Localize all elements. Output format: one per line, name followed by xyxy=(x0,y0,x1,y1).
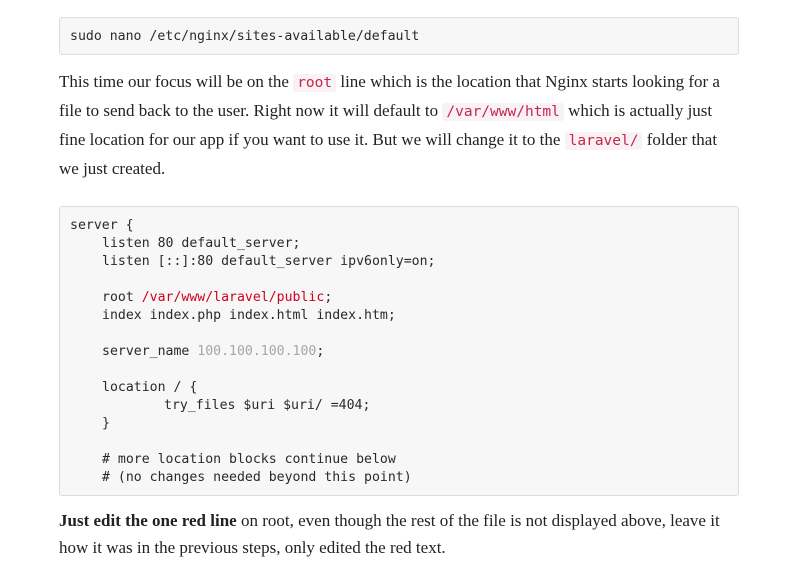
code-line-listen-ipv4: listen 80 default_server; xyxy=(102,236,301,251)
code-line-listen-ipv6: listen [::]:80 default_server ipv6only=o… xyxy=(102,254,436,269)
inline-code-root: root xyxy=(293,74,337,92)
inline-code-default-path: /var/www/html xyxy=(442,103,564,121)
inline-code-laravel: laravel/ xyxy=(564,132,643,150)
root-path-red: /var/www/laravel/public xyxy=(141,290,325,305)
closing-paragraph: Just edit the one red line on root, even… xyxy=(59,507,739,561)
article-content: sudo nano /etc/nginx/sites-available/def… xyxy=(59,17,739,561)
root-directive: root xyxy=(102,290,142,305)
code-line-index: index index.php index.html index.htm; xyxy=(102,308,396,323)
code-line-comment-1: # more location blocks continue below xyxy=(102,452,396,467)
code-line-root: root /var/www/laravel/public; xyxy=(70,289,738,307)
code-line-location-close: } xyxy=(102,416,110,431)
server-name-directive: server_name xyxy=(102,344,198,359)
code-line-comment-2: # (no changes needed beyond this point) xyxy=(102,470,412,485)
server-name-ip: 100.100.100.100 xyxy=(197,344,317,359)
closing-bold-text: Just edit the one red line xyxy=(59,511,237,530)
code-line-location-open: location / { xyxy=(102,380,198,395)
code-line-try-files: try_files $uri $uri/ =404; xyxy=(164,398,371,413)
nginx-config-code-block: server { listen 80 default_server; liste… xyxy=(59,206,739,496)
root-semicolon: ; xyxy=(324,290,333,305)
server-name-semicolon: ; xyxy=(316,344,325,359)
command-text: sudo nano /etc/nginx/sites-available/def… xyxy=(70,29,420,44)
code-line-server-open: server { xyxy=(70,218,134,233)
code-line-server-name: server_name 100.100.100.100; xyxy=(70,343,738,361)
intro-text-1: This time our focus will be on the xyxy=(59,72,294,91)
intro-paragraph: This time our focus will be on the root … xyxy=(59,68,739,182)
command-code-block: sudo nano /etc/nginx/sites-available/def… xyxy=(59,17,739,55)
